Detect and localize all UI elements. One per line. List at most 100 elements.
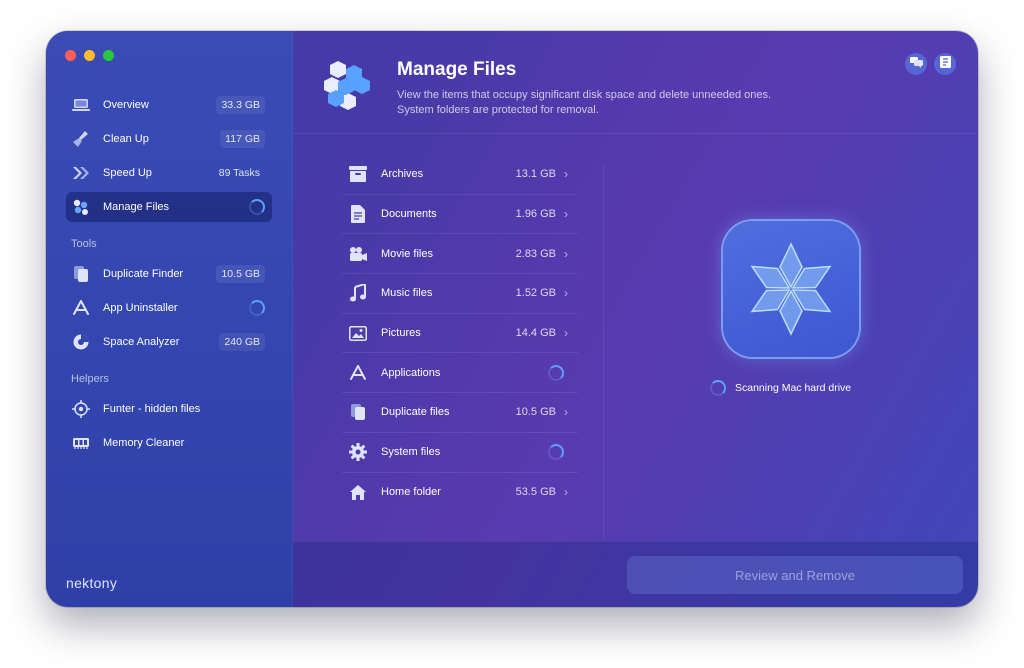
file-category-archives[interactable]: Archives 13.1 GB ›: [342, 155, 578, 195]
chat-bubbles-icon: [909, 55, 923, 73]
gear-icon: [348, 442, 368, 462]
file-category-size: 13.1 GB: [515, 168, 556, 181]
description-line: View the items that occupy significant d…: [397, 89, 772, 101]
file-category-pictures[interactable]: Pictures 14.4 GB ›: [342, 314, 578, 354]
broom-icon: [72, 130, 90, 148]
loading-spinner: [548, 364, 564, 381]
size-badge: 117 GB: [220, 130, 265, 148]
eye-icon: [72, 400, 90, 418]
sidebar-item-app-uninstaller[interactable]: App Uninstaller: [66, 293, 272, 323]
file-category-duplicate-files[interactable]: Duplicate files 10.5 GB ›: [342, 393, 578, 433]
duplicate-icon: [72, 265, 90, 283]
picture-icon: [348, 323, 368, 343]
chevron-right-icon: ›: [564, 326, 568, 341]
header-divider: [293, 133, 978, 134]
loading-spinner: [710, 380, 726, 396]
sidebar-item-funter[interactable]: Funter - hidden files: [66, 394, 272, 424]
file-category-documents[interactable]: Documents 1.96 GB ›: [342, 195, 578, 235]
file-category-movie-files[interactable]: Movie files 2.83 GB ›: [342, 234, 578, 275]
sidebar-item-label: Overview: [103, 99, 149, 111]
sidebar-item-label: App Uninstaller: [103, 302, 178, 314]
sidebar-item-manage-files[interactable]: Manage Files: [66, 192, 272, 222]
page-description: View the items that occupy significant d…: [397, 88, 817, 118]
sidebar-item-label: Funter - hidden files: [103, 403, 201, 415]
section-label-tools: Tools: [71, 238, 97, 250]
window-controls: [65, 50, 114, 61]
chevron-right-icon: ›: [564, 207, 568, 222]
sidebar-item-space-analyzer[interactable]: Space Analyzer 240 GB: [66, 327, 272, 357]
panel-divider: [603, 163, 604, 539]
sidebar-item-label: Clean Up: [103, 133, 149, 145]
laptop-icon: [72, 96, 90, 114]
file-category-label: Home folder: [381, 486, 441, 499]
page-title: Manage Files: [397, 59, 517, 80]
chevron-right-icon: ›: [564, 167, 568, 182]
notes-icon: [939, 55, 951, 73]
file-category-size: 10.5 GB: [515, 406, 556, 419]
scan-status-text: Scanning Mac hard drive: [735, 382, 852, 394]
footer-bar: Review and Remove: [293, 541, 978, 607]
sidebar-item-speed-up[interactable]: Speed Up 89 Tasks: [66, 158, 272, 188]
file-category-system-files[interactable]: System files: [342, 433, 578, 473]
chevron-right-icon: ›: [564, 405, 568, 420]
sidebar-item-label: Speed Up: [103, 167, 152, 179]
manage-files-header-icon: [322, 59, 374, 118]
zoom-window-button[interactable]: [103, 50, 114, 61]
file-category-home-folder[interactable]: Home folder 53.5 GB ›: [342, 473, 578, 513]
file-category-label: Archives: [381, 168, 424, 181]
app-store-icon: [72, 299, 90, 317]
feedback-button[interactable]: [934, 53, 956, 75]
loading-spinner: [548, 444, 564, 461]
sidebar-item-label: Manage Files: [103, 201, 170, 213]
chevron-right-icon: ›: [564, 246, 568, 261]
file-category-label: Pictures: [381, 327, 421, 340]
size-badge: 33.3 GB: [216, 96, 265, 114]
chevron-right-icon: ›: [564, 485, 568, 500]
file-category-size: 1.96 GB: [515, 208, 556, 221]
review-and-remove-button[interactable]: Review and Remove: [627, 556, 963, 594]
music-note-icon: [348, 283, 368, 303]
description-line: System folders are protected for removal…: [397, 104, 599, 116]
home-icon: [348, 482, 368, 502]
file-category-music-files[interactable]: Music files 1.52 GB ›: [342, 274, 578, 314]
minimize-window-button[interactable]: [84, 50, 95, 61]
scan-status-icon: [723, 221, 859, 357]
close-window-button[interactable]: [65, 50, 76, 61]
file-category-size: 14.4 GB: [515, 327, 556, 340]
loading-spinner: [249, 300, 265, 316]
file-category-applications[interactable]: Applications: [342, 353, 578, 394]
pie-chart-icon: [72, 333, 90, 351]
sidebar-item-memory-cleaner[interactable]: Memory Cleaner: [66, 428, 272, 458]
app-window: Overview 33.3 GB Clean Up 117 GB Speed U…: [46, 31, 978, 607]
archive-box-icon: [348, 164, 368, 184]
sidebar-item-label: Memory Cleaner: [103, 437, 185, 449]
sidebar-item-duplicate-finder[interactable]: Duplicate Finder 10.5 GB: [66, 259, 272, 289]
document-icon: [348, 204, 368, 224]
file-category-size: 2.83 GB: [515, 247, 556, 260]
sidebar-item-label: Space Analyzer: [103, 336, 180, 348]
loading-spinner: [249, 199, 265, 215]
size-badge: 240 GB: [219, 333, 265, 351]
memory-chip-icon: [72, 434, 90, 452]
sidebar-item-overview[interactable]: Overview 33.3 GB: [66, 90, 272, 120]
chat-support-button[interactable]: [905, 53, 927, 75]
sidebar-item-label: Duplicate Finder: [103, 268, 184, 280]
duplicate-icon: [348, 402, 368, 422]
sidebar-item-clean-up[interactable]: Clean Up 117 GB: [66, 124, 272, 154]
app-store-icon: [348, 363, 368, 383]
file-category-size: 53.5 GB: [515, 486, 556, 499]
movie-camera-icon: [348, 244, 368, 264]
sidebar: Overview 33.3 GB Clean Up 117 GB Speed U…: [46, 31, 293, 607]
file-category-label: Documents: [381, 208, 437, 221]
file-category-size: 1.52 GB: [515, 287, 556, 300]
chevron-right-icon: ›: [564, 286, 568, 301]
tasks-badge: 89 Tasks: [218, 167, 260, 179]
scan-status: Scanning Mac hard drive: [710, 380, 851, 396]
speed-chevrons-icon: [72, 164, 90, 182]
size-badge: 10.5 GB: [216, 265, 265, 283]
brand-logo: nektony: [66, 575, 118, 591]
file-category-label: Applications: [381, 366, 441, 379]
file-category-label: Music files: [381, 287, 433, 300]
file-category-list: Archives 13.1 GB › Documents 1.96 GB › M…: [342, 155, 578, 512]
file-category-label: Movie files: [381, 247, 433, 260]
